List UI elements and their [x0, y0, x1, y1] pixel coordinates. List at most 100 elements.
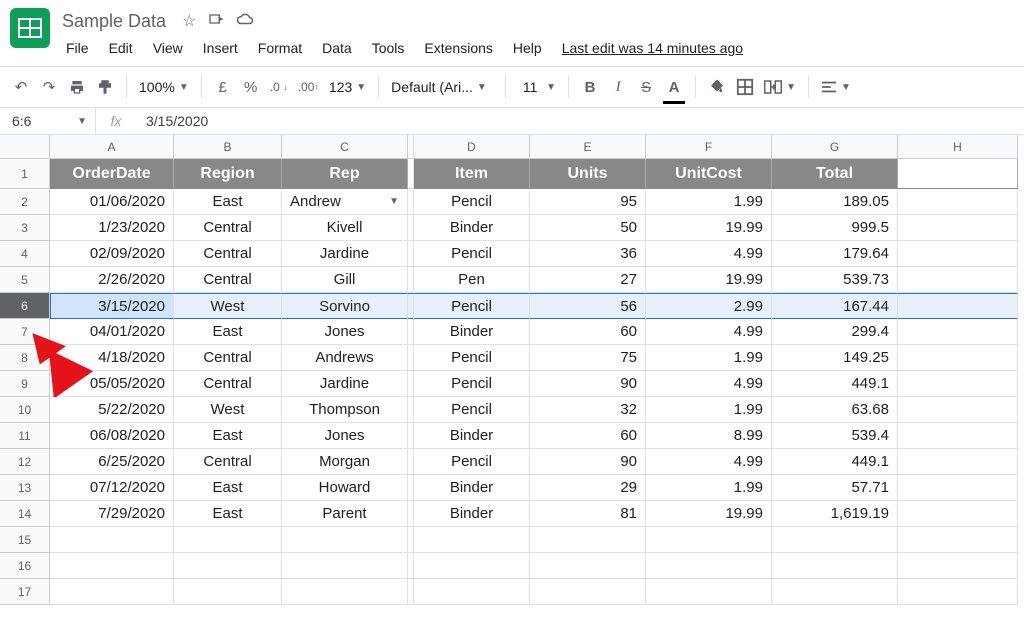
cell-item[interactable]: Binder — [414, 423, 530, 449]
cell-item[interactable]: Pencil — [414, 345, 530, 371]
menu-file[interactable]: File — [58, 36, 97, 60]
row-header-7[interactable]: 7 — [0, 319, 50, 345]
cell-empty[interactable] — [50, 553, 174, 579]
cell-units[interactable]: 32 — [530, 397, 646, 423]
cell-empty[interactable] — [50, 527, 174, 553]
cell-date[interactable]: 7/29/2020 — [50, 501, 174, 527]
merge-select[interactable]: ▼ — [760, 80, 800, 94]
cell-date[interactable]: 4/18/2020 — [50, 345, 174, 371]
cell-blank[interactable] — [898, 319, 1018, 345]
col-header-B[interactable]: B — [174, 135, 282, 159]
cell-region[interactable]: Central — [174, 267, 282, 293]
cell-region[interactable]: East — [174, 319, 282, 345]
cell-empty[interactable] — [174, 527, 282, 553]
row-header-6[interactable]: 6 — [0, 293, 50, 319]
cell-region[interactable]: Central — [174, 449, 282, 475]
cell-empty[interactable] — [414, 527, 530, 553]
cell-item[interactable]: Binder — [414, 475, 530, 501]
cell-date[interactable]: 2/26/2020 — [50, 267, 174, 293]
cell-unitcost[interactable]: 4.99 — [646, 241, 772, 267]
cell-region[interactable]: East — [174, 475, 282, 501]
cell-rep[interactable]: Sorvino — [282, 293, 408, 319]
cell-empty[interactable] — [174, 579, 282, 605]
cell-units[interactable]: 90 — [530, 371, 646, 397]
cell-blank[interactable] — [898, 293, 1018, 319]
borders-button[interactable] — [732, 73, 758, 101]
header-cell-Rep[interactable]: Rep — [282, 159, 408, 189]
doc-title[interactable]: Sample Data — [58, 9, 170, 34]
cell-total[interactable]: 167.44 — [772, 293, 898, 319]
cell-total[interactable]: 57.71 — [772, 475, 898, 501]
row-header-11[interactable]: 11 — [0, 423, 50, 449]
fill-color-button[interactable] — [704, 73, 730, 101]
menu-extensions[interactable]: Extensions — [416, 36, 500, 60]
cell-unitcost[interactable]: 4.99 — [646, 319, 772, 345]
cell-region[interactable]: West — [174, 397, 282, 423]
cell-total[interactable]: 999.5 — [772, 215, 898, 241]
cell-empty[interactable] — [282, 579, 408, 605]
cell-date[interactable]: 6/25/2020 — [50, 449, 174, 475]
cell-date[interactable]: 3/15/2020 — [50, 293, 174, 319]
cell-unitcost[interactable]: 1.99 — [646, 397, 772, 423]
cell-blank[interactable] — [898, 189, 1018, 215]
cell-region[interactable]: East — [174, 189, 282, 215]
cell-item[interactable]: Pen — [414, 267, 530, 293]
cell-rep[interactable]: Gill — [282, 267, 408, 293]
cell-rep[interactable]: Kivell — [282, 215, 408, 241]
select-all-corner[interactable] — [0, 135, 50, 159]
cell-blank[interactable] — [898, 371, 1018, 397]
cell-total[interactable]: 189.05 — [772, 189, 898, 215]
cell-date[interactable]: 06/08/2020 — [50, 423, 174, 449]
cell-total[interactable]: 179.64 — [772, 241, 898, 267]
col-header-D[interactable]: D — [414, 135, 530, 159]
cell-rep[interactable]: Howard — [282, 475, 408, 501]
cell-unitcost[interactable]: 8.99 — [646, 423, 772, 449]
cell-units[interactable]: 29 — [530, 475, 646, 501]
menu-data[interactable]: Data — [314, 36, 360, 60]
cell-date[interactable]: 02/09/2020 — [50, 241, 174, 267]
cell-blank[interactable] — [898, 397, 1018, 423]
increase-decimal-button[interactable]: .00↑ — [294, 73, 323, 101]
menu-help[interactable]: Help — [505, 36, 550, 60]
cell-total[interactable]: 63.68 — [772, 397, 898, 423]
cell-empty[interactable] — [282, 527, 408, 553]
header-cell-Total[interactable]: Total — [772, 159, 898, 189]
cell-empty[interactable] — [50, 579, 174, 605]
cell-unitcost[interactable]: 4.99 — [646, 449, 772, 475]
menu-tools[interactable]: Tools — [364, 36, 413, 60]
cell-date[interactable]: 04/01/2020 — [50, 319, 174, 345]
cell-region[interactable]: East — [174, 501, 282, 527]
cell-empty[interactable] — [174, 553, 282, 579]
cell-units[interactable]: 75 — [530, 345, 646, 371]
header-cell-blank[interactable] — [898, 159, 1018, 189]
cell-units[interactable]: 36 — [530, 241, 646, 267]
cell-rep[interactable]: Jones — [282, 423, 408, 449]
row-header-8[interactable]: 8 — [0, 345, 50, 371]
font-select[interactable]: Default (Ari...▼ — [387, 79, 497, 95]
cell-item[interactable]: Pencil — [414, 371, 530, 397]
name-box[interactable]: 6:6▼ — [0, 108, 96, 134]
cell-date[interactable]: 07/12/2020 — [50, 475, 174, 501]
row-header-5[interactable]: 5 — [0, 267, 50, 293]
cell-dropdown-icon[interactable]: ▼ — [381, 196, 399, 207]
cell-empty[interactable] — [772, 527, 898, 553]
app-logo-sheets[interactable] — [10, 8, 50, 48]
cell-blank[interactable] — [898, 345, 1018, 371]
font-size-select[interactable]: 11▼ — [514, 79, 560, 95]
cell-rep[interactable]: Thompson — [282, 397, 408, 423]
strike-button[interactable]: S — [633, 73, 659, 101]
cell-date[interactable]: 01/06/2020 — [50, 189, 174, 215]
col-header-E[interactable]: E — [530, 135, 646, 159]
cell-rep[interactable]: Morgan — [282, 449, 408, 475]
print-button[interactable] — [64, 73, 90, 101]
italic-button[interactable]: I — [605, 73, 631, 101]
undo-button[interactable]: ↶ — [8, 73, 34, 101]
menu-view[interactable]: View — [145, 36, 191, 60]
cell-empty[interactable] — [898, 553, 1018, 579]
text-color-button[interactable]: A — [661, 73, 687, 101]
row-header-15[interactable]: 15 — [0, 527, 50, 553]
col-header-A[interactable]: A — [50, 135, 174, 159]
menu-format[interactable]: Format — [250, 36, 310, 60]
cell-region[interactable]: Central — [174, 241, 282, 267]
cell-unitcost[interactable]: 19.99 — [646, 267, 772, 293]
